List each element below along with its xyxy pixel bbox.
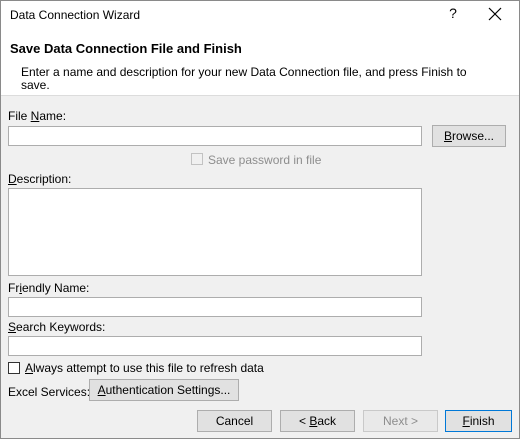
page-description: Enter a name and description for your ne… [21, 65, 467, 92]
always-refresh-checkbox[interactable] [8, 362, 20, 374]
file-name-input[interactable] [8, 126, 422, 146]
save-password-checkbox[interactable] [191, 153, 203, 165]
friendly-name-label: Friendly Name: [8, 281, 90, 295]
save-password-label: Save password in file [208, 153, 322, 167]
browse-button[interactable]: Browse... [432, 125, 506, 147]
excel-services-label: Excel Services: [8, 385, 91, 399]
help-icon[interactable]: ? [447, 5, 459, 21]
file-name-label: File Name: [8, 109, 67, 123]
back-button[interactable]: < Back [280, 410, 355, 432]
dialog-window: Data Connection Wizard ? Save Data Conne… [0, 0, 520, 439]
friendly-name-input[interactable] [8, 297, 422, 317]
close-icon[interactable] [488, 7, 502, 21]
description-label: Description: [8, 172, 72, 186]
description-textarea[interactable] [8, 188, 422, 276]
always-refresh-label: Always attempt to use this file to refre… [25, 361, 264, 375]
authentication-settings-button[interactable]: Authentication Settings... [89, 379, 239, 401]
search-keywords-label: Search Keywords: [8, 320, 106, 334]
search-keywords-input[interactable] [8, 336, 422, 356]
page-title: Save Data Connection File and Finish [10, 41, 242, 56]
title-bar: Data Connection Wizard ? [1, 1, 519, 31]
finish-button[interactable]: Finish [445, 410, 512, 432]
next-button[interactable]: Next > [363, 410, 438, 432]
cancel-button[interactable]: Cancel [197, 410, 272, 432]
wizard-header: Save Data Connection File and Finish Ent… [1, 31, 519, 96]
window-title: Data Connection Wizard [10, 8, 141, 22]
